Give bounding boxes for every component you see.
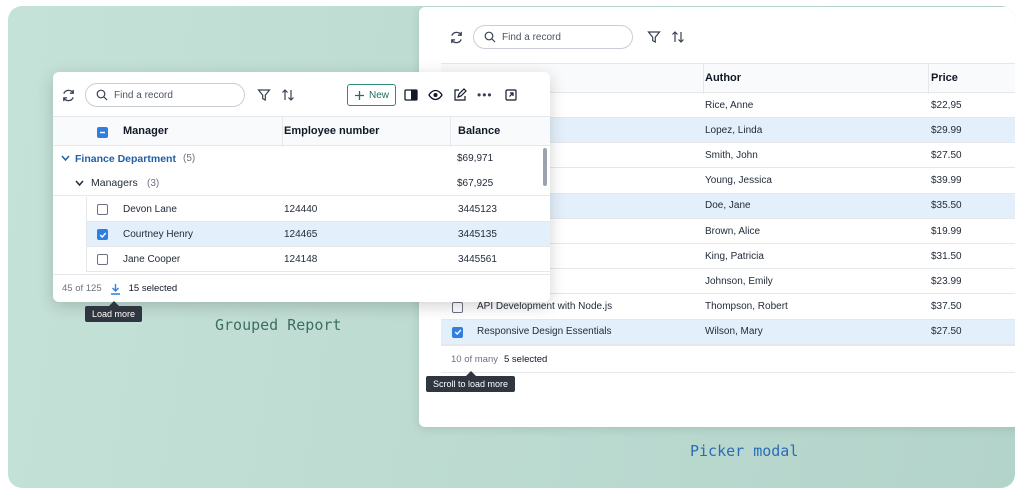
sort-icon[interactable] xyxy=(281,88,295,102)
footer-selected-count: 5 selected xyxy=(504,353,548,365)
new-button[interactable]: New xyxy=(347,84,397,106)
new-button-label: New xyxy=(369,89,390,101)
book-price: $39.99 xyxy=(931,175,962,187)
book-author: Thompson, Robert xyxy=(705,301,788,313)
row-checkbox[interactable] xyxy=(97,204,108,215)
column-header-author[interactable]: Author xyxy=(705,72,741,84)
more-icon[interactable]: ••• xyxy=(477,88,493,102)
report-scrollbar[interactable] xyxy=(543,148,547,186)
employee-balance: 3445123 xyxy=(458,203,497,215)
group-label: Managers xyxy=(91,177,138,189)
sort-icon[interactable] xyxy=(671,30,685,44)
column-header-employee-number[interactable]: Employee number xyxy=(284,125,379,137)
book-author: Wilson, Mary xyxy=(705,326,763,338)
column-header-manager[interactable]: Manager xyxy=(123,125,168,137)
open-external-icon[interactable] xyxy=(505,89,517,101)
group-count: (5) xyxy=(183,153,196,164)
book-author: Lopez, Linda xyxy=(705,124,763,136)
book-author: Doe, Jane xyxy=(705,200,751,212)
footer-record-count: 10 of many xyxy=(451,353,498,365)
search-icon xyxy=(96,89,108,101)
group-row-managers[interactable]: Managers (3) $67,925 xyxy=(53,171,550,196)
chevron-down-icon[interactable] xyxy=(75,180,84,187)
picker-toolbar: Find a record xyxy=(447,25,685,49)
picker-footer: 10 of many 5 selected xyxy=(441,345,1015,373)
eye-icon[interactable] xyxy=(428,89,443,101)
employee-name: Courtney Henry xyxy=(123,228,194,240)
plus-icon xyxy=(355,90,364,100)
group-balance: $67,925 xyxy=(457,177,494,189)
filter-icon[interactable] xyxy=(257,88,271,102)
row-checkbox[interactable] xyxy=(452,301,463,313)
grouped-report-card: Find a record New ••• Manager Employee n… xyxy=(53,72,550,302)
employee-number: 124440 xyxy=(284,203,318,215)
book-author: Johnson, Emily xyxy=(705,275,773,287)
search-placeholder: Find a record xyxy=(502,31,561,43)
group-balance: $69,971 xyxy=(457,153,494,164)
employee-number: 124465 xyxy=(284,228,318,240)
footer-selected-count: 15 selected xyxy=(128,283,178,294)
book-price: $23.99 xyxy=(931,275,962,287)
book-author: Young, Jessica xyxy=(705,175,772,187)
picker-modal-caption: Picker modal xyxy=(690,442,799,460)
edit-icon[interactable] xyxy=(453,88,467,102)
report-toolbar: Find a record New ••• xyxy=(59,83,547,107)
book-price: $35.50 xyxy=(931,200,962,212)
refresh-icon[interactable] xyxy=(447,30,465,45)
book-price: $19.99 xyxy=(931,225,962,237)
picker-search-input[interactable]: Find a record xyxy=(473,25,633,49)
check-icon xyxy=(454,329,461,336)
row-checkbox[interactable] xyxy=(452,326,463,338)
chevron-down-icon[interactable] xyxy=(61,155,70,162)
book-price: $37.50 xyxy=(931,301,962,313)
group-label: Finance Department xyxy=(75,152,176,165)
book-price: $29.99 xyxy=(931,124,962,136)
employee-balance: 3445561 xyxy=(458,253,497,265)
group-count: (3) xyxy=(147,177,160,189)
grouped-report-caption: Grouped Report xyxy=(215,316,342,334)
table-row[interactable]: Jane Cooper 124148 3445561 xyxy=(86,247,550,272)
scroll-to-load-more-tooltip: Scroll to load more xyxy=(426,371,516,392)
download-icon[interactable] xyxy=(110,283,121,295)
panel-icon[interactable] xyxy=(404,89,418,101)
employee-balance: 3445135 xyxy=(458,228,497,240)
check-icon xyxy=(99,232,106,238)
book-price: $31.50 xyxy=(931,250,962,262)
book-author: Rice, Anne xyxy=(705,99,754,111)
select-all-checkbox[interactable] xyxy=(97,127,108,138)
book-price: $22,95 xyxy=(931,99,962,111)
search-placeholder: Find a record xyxy=(114,89,173,101)
employee-number: 124148 xyxy=(284,253,318,265)
group-row-finance-department[interactable]: Finance Department (5) $69,971 xyxy=(53,146,550,171)
footer-record-count: 45 of 125 xyxy=(62,283,102,294)
column-header-price[interactable]: Price xyxy=(931,72,958,84)
report-search-input[interactable]: Find a record xyxy=(85,83,245,107)
book-author: King, Patricia xyxy=(705,250,764,262)
report-header-row: Manager Employee number Balance xyxy=(53,116,550,147)
row-checkbox[interactable] xyxy=(97,229,108,240)
search-icon xyxy=(484,31,496,43)
report-footer: 45 of 125 15 selected xyxy=(53,274,550,302)
book-price: $27.50 xyxy=(931,149,962,161)
employee-name: Jane Cooper xyxy=(123,253,181,265)
load-more-tooltip: Load more xyxy=(85,301,143,322)
background-canvas: Find a record Author Price Services Rice… xyxy=(8,6,1015,488)
table-row[interactable]: Responsive Design Essentials Wilson, Mar… xyxy=(441,319,1015,345)
employee-name: Devon Lane xyxy=(123,203,177,215)
book-author: Smith, John xyxy=(705,149,758,161)
book-price: $27.50 xyxy=(931,326,962,338)
book-title: API Development with Node.js xyxy=(477,301,613,313)
book-title: Responsive Design Essentials xyxy=(477,326,612,338)
book-author: Brown, Alice xyxy=(705,225,761,237)
refresh-icon[interactable] xyxy=(59,88,77,103)
column-header-balance[interactable]: Balance xyxy=(458,125,500,137)
table-row[interactable]: Courtney Henry 124465 3445135 xyxy=(86,222,550,247)
table-row[interactable]: Devon Lane 124440 3445123 xyxy=(86,197,550,222)
row-checkbox[interactable] xyxy=(97,254,108,265)
filter-icon[interactable] xyxy=(647,30,661,44)
